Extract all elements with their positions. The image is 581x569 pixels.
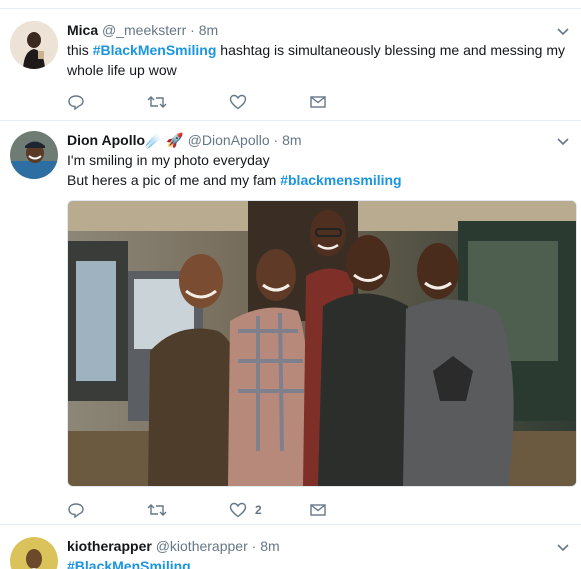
reply-button[interactable] — [67, 500, 85, 520]
display-name[interactable]: Dion Apollo — [67, 132, 145, 148]
retweet-icon — [147, 96, 167, 108]
name-emoji: ☄️ 🚀 — [145, 132, 184, 148]
tweet-photo[interactable] — [67, 200, 577, 487]
timestamp[interactable]: 8m — [282, 132, 301, 148]
display-name[interactable]: Mica — [67, 22, 98, 38]
username[interactable]: @_meeksterr — [102, 22, 186, 38]
separator-dot: · — [190, 22, 195, 38]
tweet-mica[interactable]: Mica @_meeksterr · 8m this #BlackMenSmil… — [0, 9, 581, 120]
retweet-icon — [147, 504, 167, 516]
tweet-kiotherapper[interactable]: kiotherapper @kiotherapper · 8m #BlackMe… — [0, 525, 581, 569]
direct-message-icon — [310, 96, 326, 108]
tweet-text: this #BlackMenSmiling hashtag is simulta… — [67, 40, 567, 80]
hashtag-link[interactable]: #blackmensmiling — [280, 172, 401, 188]
tweet-header: Dion Apollo☄️ 🚀 @DionApollo · 8m — [67, 131, 302, 149]
tweet-text-line: But heres a pic of me and my fam #blackm… — [67, 170, 567, 190]
chevron-down-icon[interactable] — [555, 539, 571, 555]
direct-message-icon — [310, 504, 326, 516]
tweet-dion-apollo[interactable]: Dion Apollo☄️ 🚀 @DionApollo · 8m I'm smi… — [0, 121, 581, 524]
chevron-down-icon[interactable] — [555, 23, 571, 39]
avatar[interactable] — [10, 21, 58, 69]
timestamp[interactable]: 8m — [199, 22, 218, 38]
display-name[interactable]: kiotherapper — [67, 538, 152, 554]
tweet-text: #BlackMenSmiling — [67, 556, 567, 569]
retweet-button[interactable] — [147, 500, 167, 520]
timestamp[interactable]: 8m — [260, 538, 279, 554]
avatar[interactable] — [10, 537, 58, 569]
chevron-down-icon[interactable] — [555, 133, 571, 149]
like-icon — [229, 502, 247, 518]
separator-dot: · — [251, 538, 257, 554]
tweet-text-line: I'm smiling in my photo everyday — [67, 152, 270, 168]
separator-dot: · — [273, 132, 279, 148]
avatar[interactable] — [10, 131, 58, 179]
username[interactable]: @kiotherapper — [156, 538, 248, 554]
tweet-text-part: But heres a pic of me and my fam — [67, 172, 281, 188]
avatar-image — [10, 131, 58, 179]
direct-message-button[interactable] — [309, 500, 327, 520]
group-photo-image — [68, 201, 576, 486]
reply-button[interactable] — [67, 92, 85, 112]
reply-icon — [68, 503, 84, 519]
like-icon — [229, 94, 247, 110]
username[interactable]: @DionApollo — [188, 132, 270, 148]
hashtag-link[interactable]: #BlackMenSmiling — [67, 558, 191, 569]
direct-message-button[interactable] — [309, 92, 327, 112]
like-button[interactable] — [229, 92, 247, 112]
reply-icon — [68, 95, 84, 111]
tweet-header: Mica @_meeksterr · 8m — [67, 21, 218, 39]
tweet-actions: 2 — [67, 500, 367, 520]
avatar-image — [10, 537, 58, 569]
tweet-header: kiotherapper @kiotherapper · 8m — [67, 537, 280, 555]
like-count: 2 — [255, 503, 262, 517]
hashtag-link[interactable]: #BlackMenSmiling — [93, 42, 217, 58]
tweet-actions — [67, 92, 367, 112]
like-button[interactable]: 2 — [229, 500, 262, 520]
retweet-button[interactable] — [147, 92, 167, 112]
avatar-image — [10, 21, 58, 69]
tweet-text: I'm smiling in my photo everyday But her… — [67, 150, 567, 190]
tweet-text-part: this — [67, 42, 93, 58]
